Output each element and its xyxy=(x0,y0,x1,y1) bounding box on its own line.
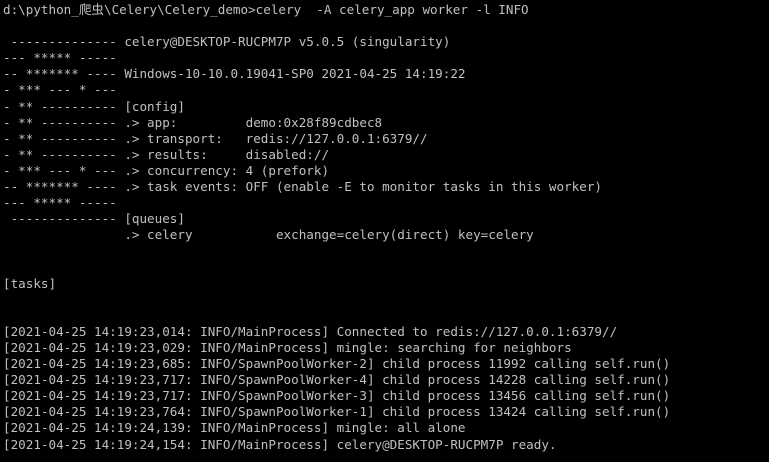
config-results-line: - ** ---------- .> results: disabled:// xyxy=(3,146,330,162)
config-section-header: - ** ---------- [config] xyxy=(3,98,185,114)
log-line: [2021-04-25 14:19:23,014: INFO/MainProce… xyxy=(3,323,618,339)
console-window[interactable]: d:\python_爬虫\Celery\Celery_demo>celery -… xyxy=(0,0,769,462)
banner-art-line: - *** --- * --- xyxy=(3,82,117,98)
log-line: [2021-04-25 14:19:23,029: INFO/MainProce… xyxy=(3,339,572,355)
banner-platform-line: -- ******* ---- Windows-10-10.0.19041-SP… xyxy=(3,66,466,82)
log-line: [2021-04-25 14:19:23,764: INFO/SpawnPool… xyxy=(3,404,671,420)
log-line: [2021-04-25 14:19:23,717: INFO/SpawnPool… xyxy=(3,372,671,388)
config-app-line: - ** ---------- .> app: demo:0x28f89cdbe… xyxy=(3,114,383,130)
queue-celery-line: .> celery exchange=celery(direct) key=ce… xyxy=(3,227,534,243)
log-line: [2021-04-25 14:19:23,717: INFO/SpawnPool… xyxy=(3,388,671,404)
config-task-events-line: -- ******* ---- .> task events: OFF (ena… xyxy=(3,179,602,195)
queues-section-header: -------------- [queues] xyxy=(3,211,185,227)
log-line: [2021-04-25 14:19:23,685: INFO/SpawnPool… xyxy=(3,356,671,372)
command-prompt-line: d:\python_爬虫\Celery\Celery_demo>celery -… xyxy=(3,2,529,17)
banner-header-line: -------------- celery@DESKTOP-RUCPM7P v5… xyxy=(3,34,451,50)
config-concurrency-line: - *** --- * --- .> concurrency: 4 (prefo… xyxy=(3,162,330,178)
banner-art-line: --- ***** ----- xyxy=(3,195,117,211)
log-line: [2021-04-25 14:19:24,139: INFO/MainProce… xyxy=(3,420,466,436)
tasks-section-header: [tasks] xyxy=(3,275,57,291)
banner-art-line: --- ***** ----- xyxy=(3,50,117,66)
log-line: [2021-04-25 14:19:24,154: INFO/MainProce… xyxy=(3,436,557,452)
config-transport-line: - ** ---------- .> transport: redis://12… xyxy=(3,130,428,146)
